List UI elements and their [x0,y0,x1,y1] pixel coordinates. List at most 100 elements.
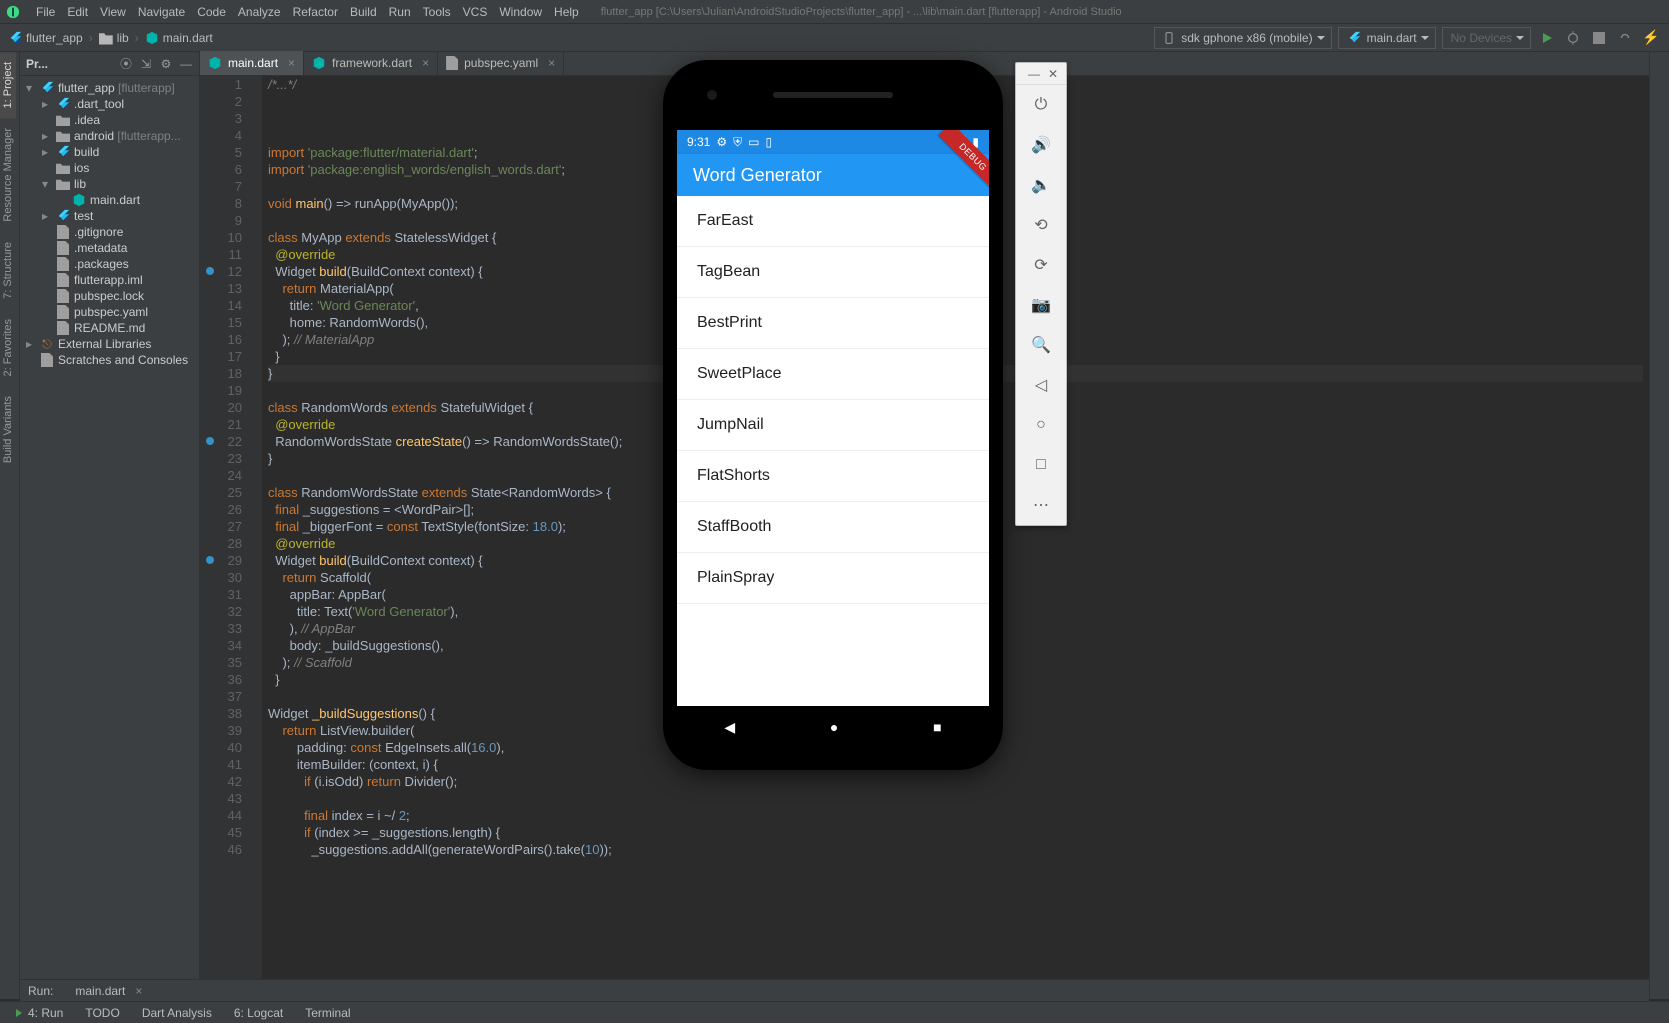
gutter-line[interactable]: 23 [208,450,242,467]
close-icon[interactable]: ✕ [1048,67,1058,81]
gutter-line[interactable]: 26 [208,501,242,518]
back-icon[interactable] [1016,365,1066,405]
tree-node[interactable]: .gitignore [20,224,199,240]
editor-tab[interactable]: pubspec.yaml× [438,51,564,75]
gutter-line[interactable]: 37 [208,688,242,705]
menu-build[interactable]: Build [344,3,383,21]
gutter-line[interactable]: 14 [208,297,242,314]
tree-node[interactable]: .idea [20,112,199,128]
tree-node[interactable]: ▾flutter_app [flutterapp] [20,80,199,96]
tree-node[interactable]: main.dart [20,192,199,208]
list-item[interactable]: PlainSpray [677,553,989,604]
editor-tab[interactable]: framework.dart× [304,51,438,75]
tree-twisty[interactable]: ▸ [42,145,52,159]
gutter-line[interactable]: 46 [208,841,242,858]
breadcrumb-folder[interactable]: lib [99,31,129,45]
volume-up-icon[interactable] [1016,125,1066,165]
home-icon[interactable] [1016,405,1066,445]
tree-node[interactable]: ▸android [flutterapp... [20,128,199,144]
gutter-line[interactable]: 22 [208,433,242,450]
gutter-line[interactable]: 29 [208,552,242,569]
gear-icon[interactable]: ⚙ [159,57,173,71]
gutter-line[interactable]: 3 [208,110,242,127]
list-item[interactable]: FarEast [677,196,989,247]
tree-twisty[interactable]: ▸ [42,97,52,111]
menu-help[interactable]: Help [548,3,585,21]
tree-twisty[interactable]: ▸ [42,209,52,223]
tree-node[interactable]: pubspec.lock [20,288,199,304]
nav-home-icon[interactable]: ● [830,719,838,735]
menu-vcs[interactable]: VCS [457,3,494,21]
screenshot-icon[interactable] [1016,285,1066,325]
gutter-line[interactable]: 17 [208,348,242,365]
gutter-line[interactable]: 1 [208,76,242,93]
close-icon[interactable]: × [288,56,295,70]
tree-node[interactable]: ▸build [20,144,199,160]
zoom-icon[interactable] [1016,325,1066,365]
tree-node[interactable]: pubspec.yaml [20,304,199,320]
list-item[interactable]: StaffBooth [677,502,989,553]
bottom-tool-button[interactable]: 4: Run [8,1006,71,1020]
menu-window[interactable]: Window [493,3,548,21]
rotate-right-icon[interactable] [1016,245,1066,285]
gutter-line[interactable]: 24 [208,467,242,484]
tree-node[interactable]: README.md [20,320,199,336]
list-item[interactable]: TagBean [677,247,989,298]
fold-gutter[interactable] [250,76,262,979]
nav-back-icon[interactable]: ◀ [724,719,735,736]
breakpoint-marker[interactable] [206,437,214,445]
list-item[interactable]: FlatShorts [677,451,989,502]
tree-node[interactable]: ▾lib [20,176,199,192]
gutter-line[interactable]: 43 [208,790,242,807]
debug-button[interactable] [1563,28,1583,48]
menu-view[interactable]: View [94,3,132,21]
list-item[interactable]: SweetPlace [677,349,989,400]
run-tab[interactable]: main.dart × [65,980,152,1002]
gutter-line[interactable]: 27 [208,518,242,535]
locate-icon[interactable]: ⦿ [119,57,133,71]
code-line[interactable]: final index = i ~/ 2; [268,807,1643,824]
gutter-line[interactable]: 20 [208,399,242,416]
breakpoint-marker[interactable] [206,556,214,564]
gutter-line[interactable]: 11 [208,246,242,263]
tool-window-button[interactable]: 2: Favorites [0,309,16,386]
gutter-line[interactable]: 7 [208,178,242,195]
gutter-line[interactable]: 16 [208,331,242,348]
tree-node[interactable]: ▸test [20,208,199,224]
gutter-line[interactable]: 13 [208,280,242,297]
bottom-tool-button[interactable]: Dart Analysis [134,1006,220,1020]
editor-tab[interactable]: main.dart× [200,51,304,75]
tree-node[interactable]: ▸.dart_tool [20,96,199,112]
menu-navigate[interactable]: Navigate [132,3,191,21]
tool-window-button[interactable]: 7: Structure [0,232,16,309]
tree-node[interactable]: .packages [20,256,199,272]
gutter-line[interactable]: 32 [208,603,242,620]
tree-node[interactable]: Scratches and Consoles [20,352,199,368]
gutter-line[interactable]: 12 [208,263,242,280]
bottom-tool-button[interactable]: TODO [77,1006,127,1020]
menu-edit[interactable]: Edit [61,3,94,21]
bottom-tool-button[interactable]: Terminal [297,1006,358,1020]
breadcrumb-file[interactable]: main.dart [145,31,213,45]
run-config-selector[interactable]: main.dart [1338,27,1436,49]
menu-file[interactable]: File [30,3,61,21]
hot-reload-button[interactable]: ⚡ [1641,28,1661,48]
list-item[interactable]: BestPrint [677,298,989,349]
word-list[interactable]: FarEastTagBeanBestPrintSweetPlaceJumpNai… [677,196,989,604]
project-tree[interactable]: ▾flutter_app [flutterapp]▸.dart_tool.ide… [20,76,199,979]
rotate-left-icon[interactable] [1016,205,1066,245]
gutter-line[interactable]: 35 [208,654,242,671]
gutter-line[interactable]: 28 [208,535,242,552]
tree-node[interactable]: ios [20,160,199,176]
code-line[interactable]: _suggestions.addAll(generateWordPairs().… [268,841,1643,858]
gutter-line[interactable]: 41 [208,756,242,773]
gutter-line[interactable]: 44 [208,807,242,824]
gutter-line[interactable]: 39 [208,722,242,739]
menu-run[interactable]: Run [383,3,417,21]
list-item[interactable]: JumpNail [677,400,989,451]
gutter-line[interactable]: 2 [208,93,242,110]
gutter-line[interactable]: 6 [208,161,242,178]
phone-screen[interactable]: 9:31 ⚙ ⛨ ▭ ▯ 📶 ▮ DEBUG Word Generator Fa… [677,130,989,706]
gutter-line[interactable]: 9 [208,212,242,229]
more-icon[interactable] [1016,485,1066,525]
